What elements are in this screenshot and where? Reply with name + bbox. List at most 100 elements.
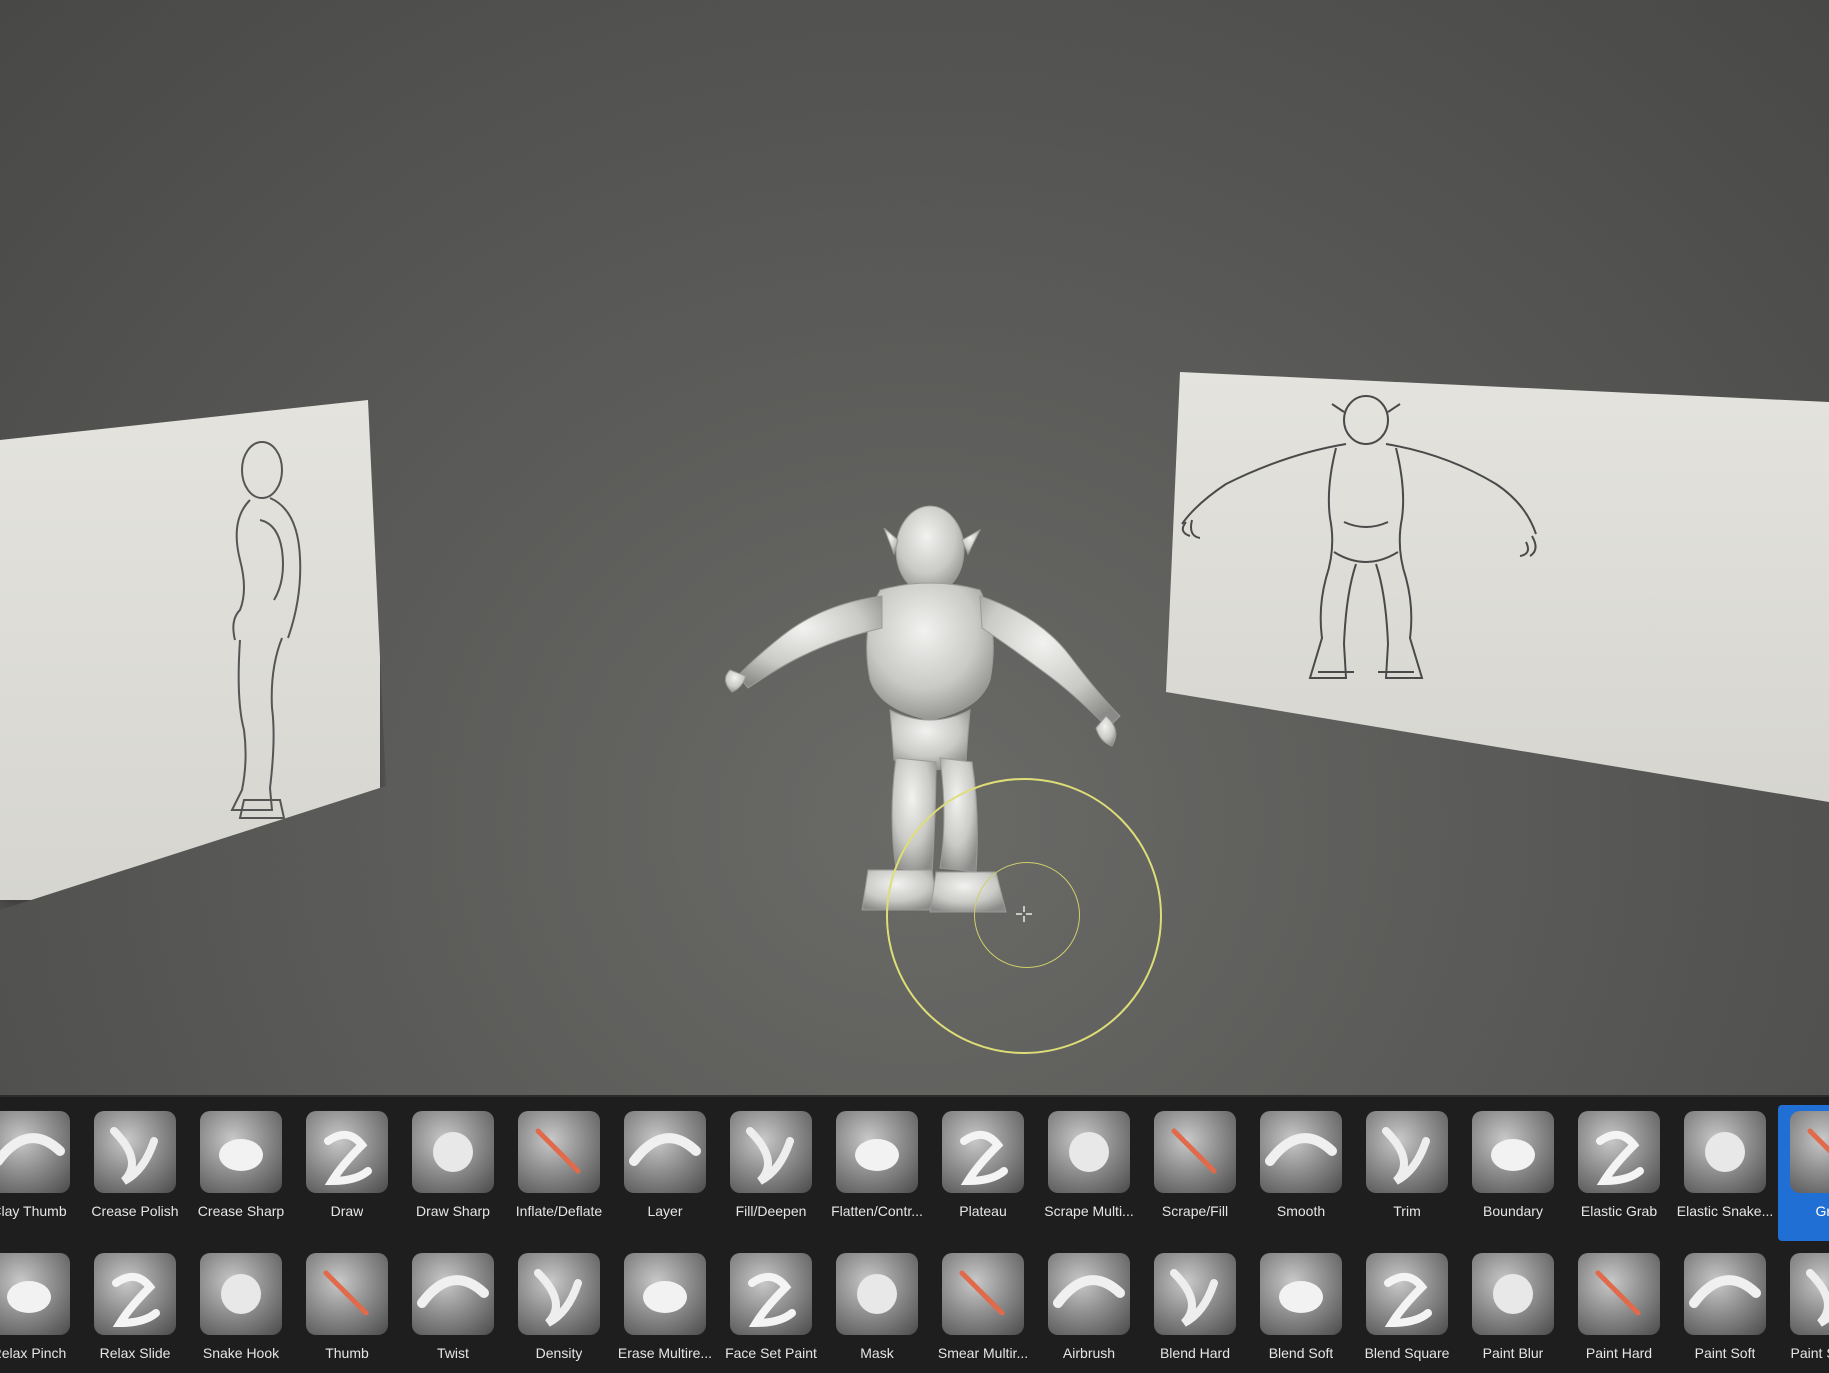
- paint-hard-brush-icon: [1578, 1253, 1660, 1335]
- fill-deepen-brush-icon: [730, 1111, 812, 1193]
- blend-hard-brush-icon: [1154, 1253, 1236, 1335]
- brush-label: Paint Hard: [1585, 1345, 1653, 1361]
- brush-label: Mask: [860, 1345, 894, 1361]
- brush-label: Fill/Deepen: [735, 1203, 807, 1219]
- density-brush-tool[interactable]: Density: [506, 1247, 612, 1373]
- airbrush-brush-tool[interactable]: Airbrush: [1036, 1247, 1142, 1373]
- blend-square-brush-tool[interactable]: Blend Square: [1354, 1247, 1460, 1373]
- paint-soft-brush-icon: [1684, 1253, 1766, 1335]
- brush-label: Grab: [1815, 1203, 1829, 1219]
- blend-soft-brush-tool[interactable]: Blend Soft: [1248, 1247, 1354, 1373]
- brush-label: Crease Polish: [91, 1203, 179, 1219]
- elastic-snake-hook-brush-icon: [1684, 1111, 1766, 1193]
- brush-label: Relax Slide: [99, 1345, 171, 1361]
- airbrush-brush-icon: [1048, 1253, 1130, 1335]
- clay-thumb-brush-tool[interactable]: Clay Thumb: [0, 1105, 82, 1241]
- brush-label: Paint Square: [1790, 1345, 1829, 1361]
- inflate-deflate-brush-tool[interactable]: Inflate/Deflate: [506, 1105, 612, 1241]
- draw-sharp-brush-tool[interactable]: Draw Sharp: [400, 1105, 506, 1241]
- scrape-multiplane-brush-icon: [1048, 1111, 1130, 1193]
- twist-brush-icon: [412, 1253, 494, 1335]
- twist-brush-tool[interactable]: Twist: [400, 1247, 506, 1373]
- relax-pinch-brush-icon: [0, 1253, 70, 1335]
- crease-polish-brush-tool[interactable]: Crease Polish: [82, 1105, 188, 1241]
- paint-hard-brush-tool[interactable]: Paint Hard: [1566, 1247, 1672, 1373]
- elastic-snake-hook-brush-tool[interactable]: Elastic Snake...: [1672, 1105, 1778, 1241]
- paint-blur-brush-tool[interactable]: Paint Blur: [1460, 1247, 1566, 1373]
- brush-label: Boundary: [1483, 1203, 1543, 1219]
- trim-brush-icon: [1366, 1111, 1448, 1193]
- draw-brush-tool[interactable]: Draw: [294, 1105, 400, 1241]
- plateau-brush-icon: [942, 1111, 1024, 1193]
- crease-sharp-brush-tool[interactable]: Crease Sharp: [188, 1105, 294, 1241]
- brush-label: Blend Square: [1364, 1345, 1450, 1361]
- density-brush-icon: [518, 1253, 600, 1335]
- smooth-brush-tool[interactable]: Smooth: [1248, 1105, 1354, 1241]
- draw-brush-icon: [306, 1111, 388, 1193]
- erase-multires-brush-tool[interactable]: Erase Multire...: [612, 1247, 718, 1373]
- brush-label: Erase Multire...: [617, 1345, 713, 1361]
- brush-label: Layer: [647, 1203, 683, 1219]
- brush-label: Snake Hook: [202, 1345, 280, 1361]
- brush-label: Paint Soft: [1694, 1345, 1756, 1361]
- brush-label: Blend Soft: [1268, 1345, 1334, 1361]
- grab-brush-icon: [1790, 1111, 1829, 1193]
- paint-soft-brush-tool[interactable]: Paint Soft: [1672, 1247, 1778, 1373]
- brush-label: Draw: [330, 1203, 364, 1219]
- brush-label: Draw Sharp: [416, 1203, 490, 1219]
- paint-square-brush-icon: [1790, 1253, 1829, 1335]
- relax-slide-brush-icon: [94, 1253, 176, 1335]
- 3d-viewport[interactable]: [0, 0, 1829, 1095]
- brush-label: Airbrush: [1062, 1345, 1116, 1361]
- crease-polish-brush-icon: [94, 1111, 176, 1193]
- front-sketch-drawing: [1181, 395, 1537, 679]
- blend-soft-brush-icon: [1260, 1253, 1342, 1335]
- brush-label: Elastic Grab: [1580, 1203, 1658, 1219]
- plateau-brush-tool[interactable]: Plateau: [930, 1105, 1036, 1241]
- thumb-brush-icon: [306, 1253, 388, 1335]
- brush-label: Paint Blur: [1482, 1345, 1544, 1361]
- scrape-fill-brush-tool[interactable]: Scrape/Fill: [1142, 1105, 1248, 1241]
- flatten-contrast-brush-icon: [836, 1111, 918, 1193]
- brush-label: Scrape/Fill: [1161, 1203, 1229, 1219]
- scrape-fill-brush-icon: [1154, 1111, 1236, 1193]
- brush-label: Face Set Paint: [725, 1345, 817, 1361]
- brush-label: Plateau: [959, 1203, 1007, 1219]
- grab-brush-tool[interactable]: Grab: [1778, 1105, 1829, 1241]
- thumb-brush-tool[interactable]: Thumb: [294, 1247, 400, 1373]
- erase-multires-brush-icon: [624, 1253, 706, 1335]
- brush-label: Clay Thumb: [0, 1203, 67, 1219]
- brush-label: Trim: [1393, 1203, 1421, 1219]
- flatten-contrast-brush-tool[interactable]: Flatten/Contr...: [824, 1105, 930, 1241]
- mask-brush-tool[interactable]: Mask: [824, 1247, 930, 1373]
- fill-deepen-brush-tool[interactable]: Fill/Deepen: [718, 1105, 824, 1241]
- smear-multires-brush-tool[interactable]: Smear Multir...: [930, 1247, 1036, 1373]
- brush-label: Density: [535, 1345, 583, 1361]
- side-sketch-drawing: [230, 441, 302, 819]
- crosshair-icon: [1016, 906, 1032, 922]
- relax-slide-brush-tool[interactable]: Relax Slide: [82, 1247, 188, 1373]
- trim-brush-tool[interactable]: Trim: [1354, 1105, 1460, 1241]
- brush-label: Inflate/Deflate: [515, 1203, 603, 1219]
- brush-label: Thumb: [325, 1345, 369, 1361]
- paint-square-brush-tool[interactable]: Paint Square: [1778, 1247, 1829, 1373]
- layer-brush-tool[interactable]: Layer: [612, 1105, 718, 1241]
- smear-multires-brush-icon: [942, 1253, 1024, 1335]
- elastic-grab-brush-tool[interactable]: Elastic Grab: [1566, 1105, 1672, 1241]
- draw-sharp-brush-icon: [412, 1111, 494, 1193]
- brush-label: Flatten/Contr...: [831, 1203, 923, 1219]
- snake-hook-brush-tool[interactable]: Snake Hook: [188, 1247, 294, 1373]
- brush-label: Crease Sharp: [197, 1203, 285, 1219]
- boundary-brush-tool[interactable]: Boundary: [1460, 1105, 1566, 1241]
- brush-toolbar: Clay Thumb Crease Polish Crease Sharp Draw D…: [0, 1095, 1829, 1373]
- brush-label: Twist: [437, 1345, 469, 1361]
- side-reference-image[interactable]: [0, 400, 380, 900]
- relax-pinch-brush-tool[interactable]: Relax Pinch: [0, 1247, 82, 1373]
- face-set-paint-brush-tool[interactable]: Face Set Paint: [718, 1247, 824, 1373]
- front-reference-image[interactable]: [1166, 372, 1829, 802]
- brush-label: Blend Hard: [1159, 1345, 1231, 1361]
- brush-label: Elastic Snake...: [1676, 1203, 1774, 1219]
- snake-hook-brush-icon: [200, 1253, 282, 1335]
- scrape-multiplane-brush-tool[interactable]: Scrape Multi...: [1036, 1105, 1142, 1241]
- blend-hard-brush-tool[interactable]: Blend Hard: [1142, 1247, 1248, 1373]
